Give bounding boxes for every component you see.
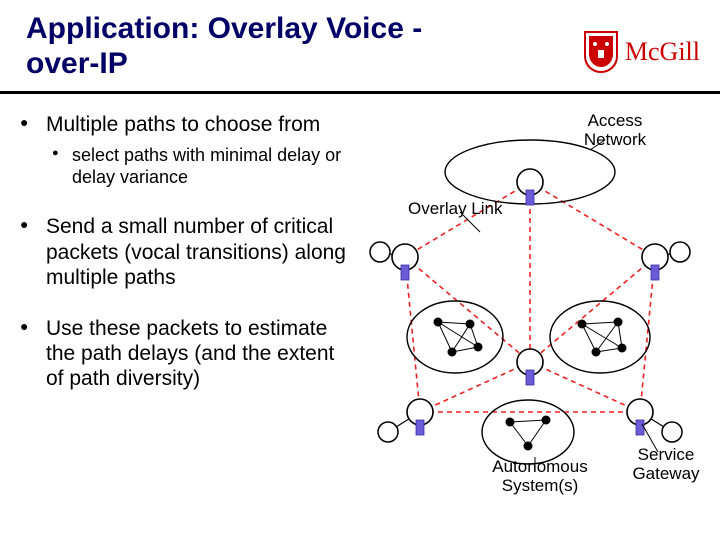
logo-text: McGill bbox=[625, 37, 700, 67]
bullet-text: Send a small number of critical packets … bbox=[46, 215, 346, 288]
bullet-column: Multiple paths to choose from select path… bbox=[20, 112, 360, 497]
bullet-item: Use these packets to estimate the path d… bbox=[20, 316, 352, 392]
label-service-gateway: Service Gateway bbox=[626, 446, 706, 483]
mcgill-logo: McGill bbox=[583, 12, 700, 74]
bullet-text: Multiple paths to choose from bbox=[46, 113, 320, 136]
sub-bullet-item: select paths with minimal delay or delay… bbox=[46, 145, 352, 188]
bullet-item: Multiple paths to choose from select path… bbox=[20, 112, 352, 188]
label-autonomous-systems: Autonomous System(s) bbox=[480, 458, 600, 495]
bullet-text: Use these packets to estimate the path d… bbox=[46, 317, 334, 390]
bullet-item: Send a small number of critical packets … bbox=[20, 214, 352, 290]
label-access-network: Access Network bbox=[570, 112, 660, 149]
label-overlay-link: Overlay Link bbox=[408, 200, 502, 219]
crest-icon bbox=[583, 30, 619, 74]
slide-body: Multiple paths to choose from select path… bbox=[0, 94, 720, 507]
slide-header: Application: Overlay Voice -over-IP McGi… bbox=[0, 0, 720, 94]
diagram-area: Access Network Overlay Link Autonomous S… bbox=[360, 112, 710, 497]
network-diagram bbox=[360, 112, 700, 492]
page-title: Application: Overlay Voice -over-IP bbox=[26, 12, 466, 81]
